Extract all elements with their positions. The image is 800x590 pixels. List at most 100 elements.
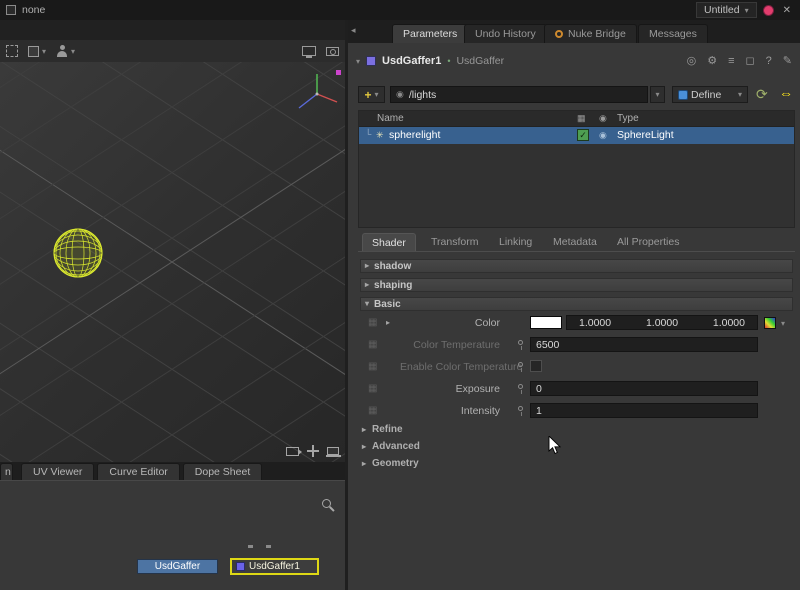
collapsed-arrow-icon: ▸ <box>365 281 369 289</box>
tab-metadata[interactable]: Metadata <box>544 233 606 251</box>
tab-uv-viewer[interactable]: UV Viewer <box>21 463 94 480</box>
define-mode-dropdown[interactable]: Define ▾ <box>672 86 748 103</box>
node-usdgaffer1-selected[interactable]: UsdGaffer1 <box>230 558 319 575</box>
param-row-color: ▦ ▸ Color 1.0000 1.0000 1.0000 ▾ <box>360 314 793 332</box>
collapse-pane-icon[interactable]: ◂ <box>351 25 356 36</box>
pan-icon[interactable] <box>307 445 319 457</box>
channel-jack-icon[interactable] <box>518 340 523 345</box>
camera-view-icon[interactable] <box>286 447 299 456</box>
expand-color-icon[interactable]: ▸ <box>386 319 390 327</box>
param-menu-chip-icon[interactable]: ▦ <box>368 317 377 328</box>
sphere-light-object[interactable] <box>52 227 104 279</box>
presets-icon[interactable]: ◎ <box>687 54 697 68</box>
edit-icon[interactable]: ✎ <box>783 54 792 68</box>
color-picker-icon[interactable] <box>764 317 776 329</box>
chevron-down-icon[interactable]: ▾ <box>781 319 785 328</box>
exposure-input[interactable]: 0 <box>530 381 758 396</box>
network-editor[interactable]: UsdGaffer UsdGaffer1 <box>0 480 345 590</box>
sync-swap-icon[interactable]: ⇔ <box>779 85 793 102</box>
intensity-input[interactable]: 1 <box>530 403 758 418</box>
snapshot-dot <box>336 70 341 75</box>
collapsed-arrow-icon: ▸ <box>362 426 366 434</box>
color-g: 1.0000 <box>646 317 678 329</box>
node-name[interactable]: UsdGaffer1 <box>382 55 441 67</box>
eye-column-icon[interactable]: ◉ <box>599 113 607 124</box>
tab-dope-sheet[interactable]: Dope Sheet <box>183 463 262 480</box>
light-row-spherelight[interactable]: └ ✳ spherelight ✓ ◉ SphereLight <box>359 127 794 144</box>
add-light-button[interactable]: + ▾ <box>358 86 385 103</box>
param-menu-chip-icon[interactable]: ▦ <box>368 361 377 372</box>
scene-icon[interactable] <box>6 5 16 15</box>
tab-all-properties[interactable]: All Properties <box>608 233 688 251</box>
display-options-icon[interactable] <box>302 46 316 56</box>
comment-icon[interactable]: ◻ <box>746 54 755 68</box>
path-dropdown-button[interactable]: ▾ <box>650 86 665 103</box>
user-avatar[interactable] <box>763 5 774 16</box>
param-row-enable-color-temperature: ▦ Enable Color Temperature <box>360 358 793 376</box>
section-shaping[interactable]: ▸ shaping <box>360 278 793 292</box>
color-rgb-field[interactable]: 1.0000 1.0000 1.0000 <box>566 315 758 330</box>
column-type[interactable]: Type <box>617 113 639 124</box>
help-icon[interactable]: ? <box>766 54 772 68</box>
box-icon <box>28 46 39 57</box>
close-icon[interactable]: ✕ <box>780 5 794 16</box>
channel-jack-icon[interactable] <box>518 384 523 389</box>
lights-path-input[interactable]: ◉ /lights <box>390 86 648 103</box>
geometry-menu-button[interactable]: ▾ <box>28 46 46 57</box>
column-name[interactable]: Name <box>377 113 404 124</box>
tab-curve-editor[interactable]: Curve Editor <box>97 463 179 480</box>
app-window: none Untitled ▾ ✕ ▾ ▾ <box>0 0 800 590</box>
chevron-down-icon: ▾ <box>745 6 749 15</box>
character-menu-button[interactable]: ▾ <box>56 45 75 57</box>
display-icon[interactable] <box>327 447 339 455</box>
tab-transform[interactable]: Transform <box>422 233 487 251</box>
nuke-logo-icon <box>555 30 563 38</box>
color-swatch[interactable] <box>530 316 562 329</box>
session-title-dropdown[interactable]: Untitled ▾ <box>696 2 757 18</box>
enable-color-temperature-checkbox[interactable] <box>530 360 542 372</box>
color-r: 1.0000 <box>579 317 611 329</box>
tab-linking[interactable]: Linking <box>490 233 541 251</box>
section-basic[interactable]: ▾ Basic <box>360 297 793 311</box>
chevron-down-icon: ▾ <box>71 47 75 56</box>
node-label: UsdGaffer <box>155 561 200 572</box>
tab-parameters[interactable]: Parameters <box>392 24 468 43</box>
camera-icon[interactable] <box>326 47 339 56</box>
search-icon[interactable] <box>322 499 331 508</box>
light-type-icon: ◉ <box>599 130 607 141</box>
channel-jack-icon[interactable] <box>518 406 523 411</box>
tab-nuke-bridge[interactable]: Nuke Bridge <box>544 24 637 43</box>
parameters-pane: ◂ Parameters Undo History Nuke Bridge Me… <box>345 20 800 590</box>
param-menu-chip-icon[interactable]: ▦ <box>368 405 377 416</box>
param-label-color-temperature: Color Temperature <box>400 336 500 354</box>
select-tool-icon[interactable] <box>6 45 18 57</box>
tab-shader[interactable]: Shader <box>362 233 416 251</box>
node-input-connector[interactable] <box>248 545 253 548</box>
view-axis-gizmo[interactable] <box>293 68 343 114</box>
separator-dot: • <box>447 56 450 66</box>
viewport-corner-tools <box>286 445 339 457</box>
tab-partial[interactable]: n <box>0 463 13 480</box>
section-shadow[interactable]: ▸ shadow <box>360 259 793 273</box>
color-temperature-input[interactable]: 6500 <box>530 337 758 352</box>
light-enabled-toggle[interactable]: ✓ <box>577 129 589 141</box>
tab-messages[interactable]: Messages <box>638 24 708 43</box>
param-menu-chip-icon[interactable]: ▦ <box>368 339 377 350</box>
section-geometry[interactable]: ▸ Geometry <box>362 458 419 469</box>
plus-icon: + <box>364 90 371 100</box>
expand-node-icon[interactable]: ▾ <box>356 57 360 66</box>
menu-icon[interactable]: ≡ <box>728 54 734 68</box>
section-advanced[interactable]: ▸ Advanced <box>362 441 420 452</box>
node-label: UsdGaffer1 <box>249 561 300 572</box>
tab-undo-history[interactable]: Undo History <box>464 24 547 43</box>
grid-column-icon[interactable]: ▦ <box>577 113 586 124</box>
gear-icon[interactable]: ⚙ <box>707 54 717 68</box>
node-usdgaffer[interactable]: UsdGaffer <box>137 559 218 574</box>
lights-path-value: /lights <box>409 89 436 101</box>
section-refine[interactable]: ▸ Refine <box>362 424 403 435</box>
channel-jack-icon[interactable] <box>518 362 523 367</box>
scene-viewport[interactable] <box>0 62 345 462</box>
refresh-icon[interactable]: ⟳ <box>756 86 768 102</box>
node-input-connector[interactable] <box>266 545 271 548</box>
param-menu-chip-icon[interactable]: ▦ <box>368 383 377 394</box>
